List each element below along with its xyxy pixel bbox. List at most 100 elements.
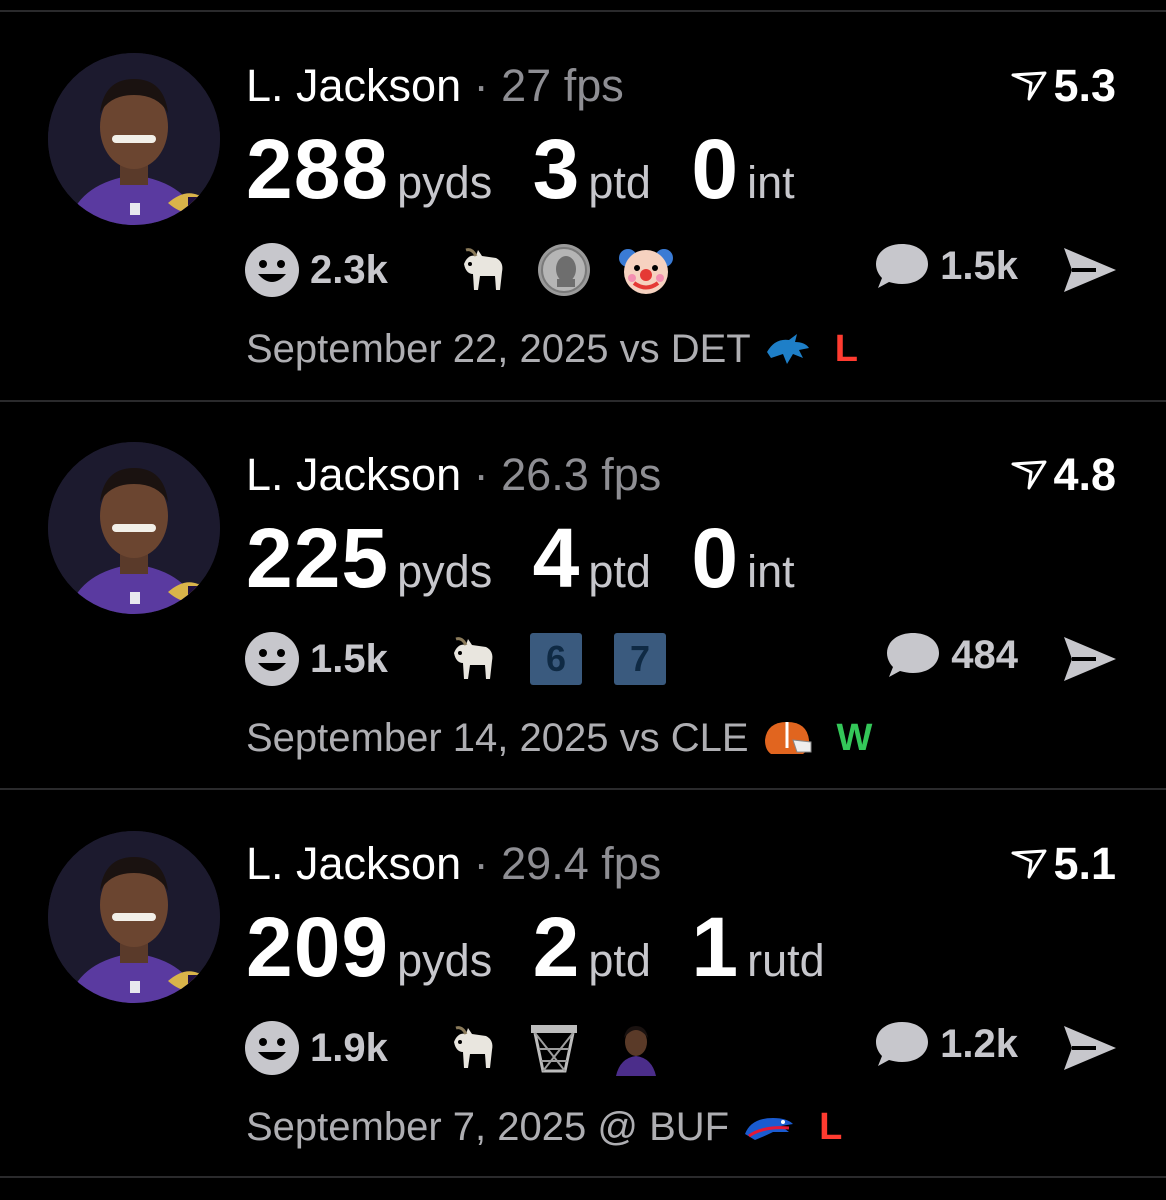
stat-value: 0	[691, 511, 740, 605]
stat-unit: ptd	[588, 157, 651, 208]
comment-count: 1.2k	[940, 1021, 1018, 1066]
fantasy-points: 27 fps	[501, 60, 624, 111]
coin-icon[interactable]	[536, 242, 592, 298]
stat-value: 4	[532, 511, 581, 605]
seven-badge-icon[interactable]: 7	[612, 631, 668, 687]
game-date: September 22, 2025 vs DET	[246, 327, 751, 371]
badge-seven: 7	[614, 633, 666, 685]
feed-post[interactable]: L. Jackson · 27 fps 5.3 288 pyds 3 ptd 0 in…	[0, 12, 1166, 400]
player-name[interactable]: L. Jackson	[246, 838, 461, 889]
comment-button[interactable]: 1.2k	[874, 1020, 1018, 1068]
rating-value: 5.1	[1053, 838, 1116, 889]
post-header: L. Jackson · 26.3 fps	[246, 449, 661, 501]
reaction-count: 2.3k	[310, 247, 388, 292]
share-button[interactable]	[1062, 635, 1118, 688]
comment-button[interactable]: 484	[885, 631, 1018, 679]
smiley-icon	[245, 243, 299, 297]
rating-icon	[1011, 71, 1047, 101]
stat-unit: pyds	[397, 546, 493, 597]
send-icon	[1064, 1026, 1116, 1070]
rating[interactable]: 4.8	[1011, 449, 1116, 501]
game-info: September 14, 2025 vs CLE W	[246, 713, 872, 763]
stat-value: 1	[691, 900, 740, 994]
game-date: September 14, 2025 vs CLE	[246, 716, 749, 760]
stat-unit: rutd	[747, 935, 825, 986]
rating[interactable]: 5.3	[1011, 60, 1116, 112]
goat-icon[interactable]	[454, 242, 510, 298]
share-button[interactable]	[1062, 246, 1118, 299]
react-button[interactable]: 2.3k	[244, 242, 388, 298]
comment-button[interactable]: 1.5k	[874, 242, 1018, 290]
stat-value: 3	[532, 122, 581, 216]
fantasy-points: 26.3 fps	[501, 449, 662, 500]
stat-line: 225 pyds 4 ptd 0 int	[246, 513, 831, 603]
fantasy-points: 29.4 fps	[501, 838, 662, 889]
stat-interceptions: 0 int	[691, 124, 794, 214]
stat-value: 0	[691, 122, 740, 216]
stat-interceptions: 0 int	[691, 513, 794, 603]
browns-logo-icon	[763, 718, 813, 758]
stat-value: 209	[246, 900, 390, 994]
stat-rushing-td: 1 rutd	[691, 902, 824, 992]
bills-logo-icon	[743, 1112, 795, 1142]
goat-icon[interactable]	[444, 1020, 500, 1076]
stat-line: 288 pyds 3 ptd 0 int	[246, 124, 831, 214]
stat-passing-yards: 209 pyds	[246, 902, 492, 992]
smiley-icon	[245, 632, 299, 686]
stat-value: 225	[246, 511, 390, 605]
game-result: L	[819, 1106, 843, 1148]
game-info: September 7, 2025 @ BUF L	[246, 1102, 842, 1152]
smiley-icon	[245, 1021, 299, 1075]
badge-six: 6	[530, 633, 582, 685]
separator-dot: ·	[473, 449, 502, 500]
separator-dot: ·	[473, 838, 502, 889]
send-icon	[1064, 637, 1116, 681]
comment-icon	[876, 244, 929, 288]
action-bar: 2.3k 1.5k	[244, 240, 1118, 300]
rating[interactable]: 5.1	[1011, 838, 1116, 890]
feed-post[interactable]: L. Jackson · 26.3 fps 4.8 225 pyds 4 ptd 0…	[0, 401, 1166, 789]
action-bar: 1.9k 1.2k	[244, 1018, 1118, 1078]
stat-unit: pyds	[397, 935, 493, 986]
comment-count: 484	[951, 632, 1018, 677]
reaction-count: 1.9k	[310, 1025, 388, 1070]
reaction-count: 1.5k	[310, 636, 388, 681]
lions-logo-icon	[765, 332, 811, 366]
player-photo-icon[interactable]	[608, 1020, 664, 1076]
comment-icon	[887, 633, 940, 677]
stat-unit: pyds	[397, 157, 493, 208]
clown-icon[interactable]	[618, 242, 674, 298]
stat-line: 209 pyds 2 ptd 1 rutd	[246, 902, 861, 992]
comment-count: 1.5k	[940, 243, 1018, 288]
basketball-hoop-icon[interactable]	[526, 1020, 582, 1076]
game-result: W	[836, 717, 873, 759]
player-avatar[interactable]	[48, 442, 220, 614]
stat-passing-td: 2 ptd	[533, 902, 651, 992]
stat-unit: ptd	[588, 935, 651, 986]
stat-passing-td: 3 ptd	[533, 124, 651, 214]
stat-value: 288	[246, 122, 390, 216]
send-icon	[1064, 248, 1116, 292]
player-avatar[interactable]	[48, 53, 220, 225]
react-button[interactable]: 1.9k	[244, 1020, 388, 1076]
stat-unit: int	[747, 157, 795, 208]
player-avatar[interactable]	[48, 831, 220, 1003]
share-button[interactable]	[1062, 1024, 1118, 1077]
react-button[interactable]: 1.5k	[244, 631, 388, 687]
stat-unit: ptd	[588, 546, 651, 597]
action-bar: 1.5k 6 7 484	[244, 629, 1118, 689]
player-name[interactable]: L. Jackson	[246, 449, 461, 500]
rating-icon	[1011, 460, 1047, 490]
goat-icon[interactable]	[444, 631, 500, 687]
game-result: L	[834, 328, 858, 370]
rating-value: 5.3	[1053, 60, 1116, 111]
stat-passing-td: 4 ptd	[533, 513, 651, 603]
game-info: September 22, 2025 vs DET L	[246, 324, 858, 374]
post-header: L. Jackson · 29.4 fps	[246, 838, 661, 890]
stat-unit: int	[747, 546, 795, 597]
game-date: September 7, 2025 @ BUF	[246, 1105, 730, 1149]
six-badge-icon[interactable]: 6	[528, 631, 584, 687]
feed-post[interactable]: L. Jackson · 29.4 fps 5.1 209 pyds 2 ptd 1…	[0, 790, 1166, 1178]
player-name[interactable]: L. Jackson	[246, 60, 461, 111]
separator-dot: ·	[473, 60, 502, 111]
